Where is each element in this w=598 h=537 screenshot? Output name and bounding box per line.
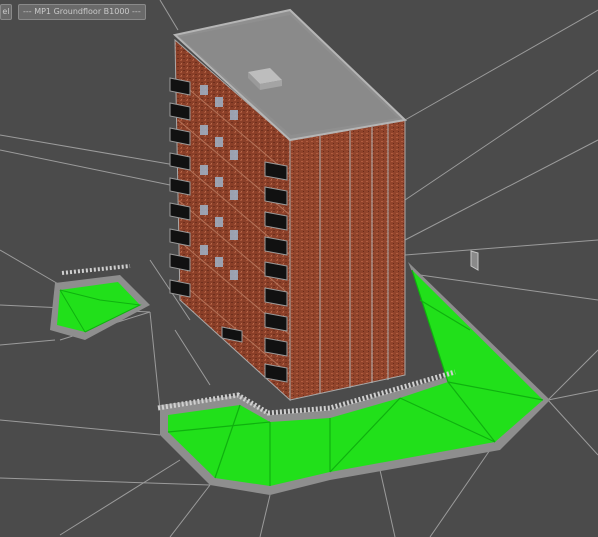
ground-marker xyxy=(470,250,479,271)
building-right-facade xyxy=(289,119,406,401)
scene-svg xyxy=(0,0,598,537)
balconies-left xyxy=(169,77,191,298)
ground-patch-left xyxy=(50,264,150,340)
3d-viewport[interactable]: el --- MP1 Groundfloor B1000 --- xyxy=(0,0,598,537)
balconies-right xyxy=(264,161,288,383)
